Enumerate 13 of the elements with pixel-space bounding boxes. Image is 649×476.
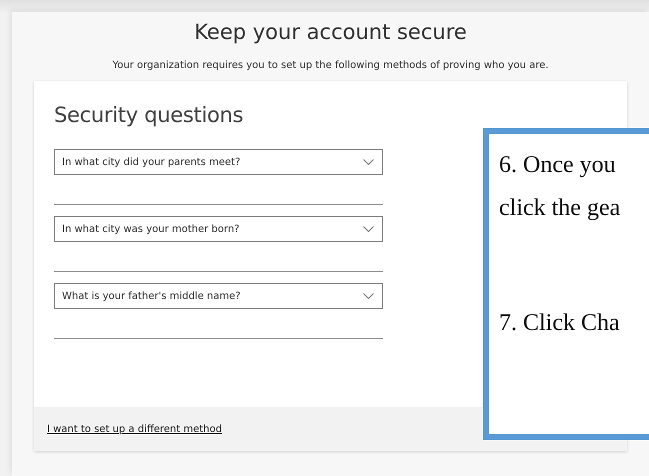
chevron-down-icon (363, 293, 374, 299)
instruction-text: 7. Click Cha (499, 309, 621, 338)
chevron-down-icon (363, 226, 374, 232)
section-heading: Security questions (54, 103, 244, 127)
instruction-text: click the gea (499, 194, 622, 223)
question-dropdown[interactable]: What is your father's middle name? (54, 283, 383, 309)
page-subtitle: Your organization requires you to set up the following methods of proving who you are. (112, 60, 549, 71)
question-dropdown[interactable]: In what city did your parents meet? (54, 149, 383, 175)
page-title: Keep your account secure (194, 20, 467, 44)
chevron-down-icon (363, 159, 374, 165)
different-method-link[interactable]: I want to set up a different method (47, 424, 222, 434)
question-dropdown[interactable]: In what city was your mother born? (54, 216, 383, 242)
instruction-text: 6. Once you (499, 151, 617, 180)
